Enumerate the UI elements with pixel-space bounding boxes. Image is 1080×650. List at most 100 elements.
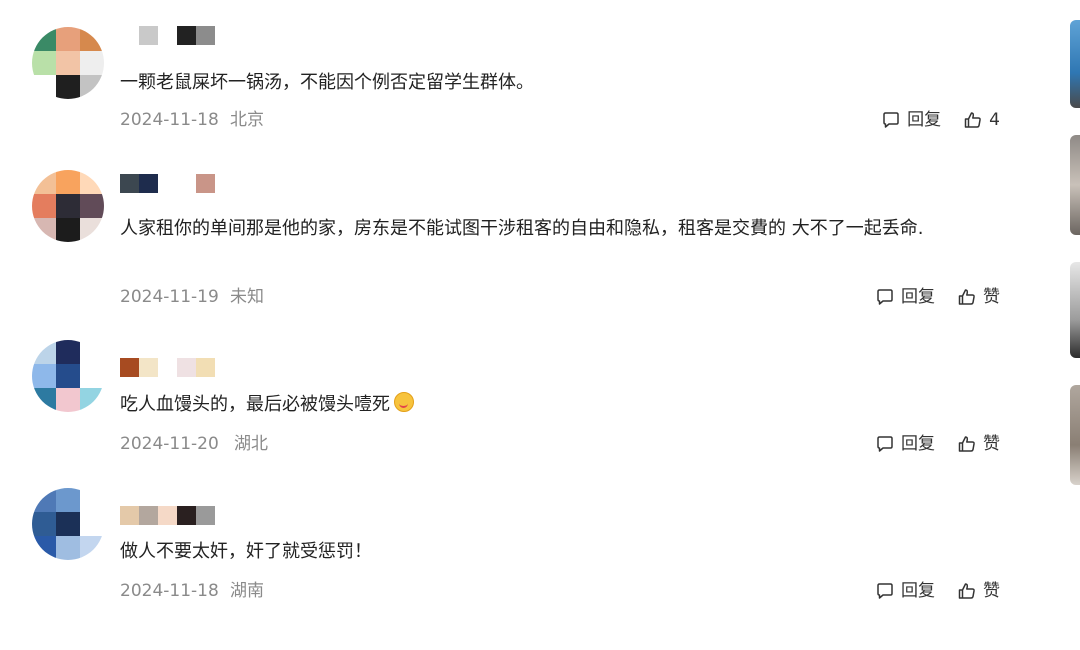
- avatar-mosaic-tile: [56, 340, 80, 364]
- username-mosaic-tile: [139, 506, 158, 525]
- comment-date: 2024-11-19: [120, 287, 219, 307]
- avatar-mosaic-tile: [32, 218, 56, 242]
- avatar-mosaic-tile: [32, 75, 56, 99]
- avatar-mosaic-tile: [32, 170, 56, 194]
- username-mosaic-tile: [139, 358, 158, 377]
- username-mosaic-tile: [139, 174, 158, 193]
- avatar-mosaic-tile: [56, 170, 80, 194]
- avatar-mosaic-tile: [32, 27, 56, 51]
- username-mosaic-tile: [120, 26, 139, 45]
- comment-location: 北京: [230, 110, 264, 130]
- avatar-mosaic-tile: [32, 194, 56, 218]
- reply-button[interactable]: 回复: [875, 432, 935, 456]
- comment-text: 人家租你的单间那是他的家，房东是不能试图干涉租客的自由和隐私，租客是交費的 大不…: [120, 218, 924, 239]
- avatar-mosaic-tile: [32, 388, 56, 412]
- thumbs-up-icon: [958, 583, 975, 599]
- avatar-mosaic-tile: [56, 388, 80, 412]
- comment-actions: 回复 4: [859, 108, 1000, 132]
- comment-actions: 回复 赞: [853, 432, 1000, 456]
- thumbnail-image[interactable]: [1070, 20, 1080, 108]
- comment-icon: [883, 112, 899, 128]
- avatar-mosaic-tile: [56, 194, 80, 218]
- comment-date: 2024-11-18: [120, 581, 219, 601]
- thumbnail-image[interactable]: [1070, 385, 1080, 485]
- reply-button[interactable]: 回复: [881, 108, 941, 132]
- related-thumbnails: [1070, 0, 1080, 650]
- comment-text-content: 吃人血馒头的，最后必被馒头噎死: [120, 394, 390, 415]
- username-mosaic-tile: [158, 358, 177, 377]
- comment-actions: 回复 赞: [853, 285, 1000, 309]
- avatar-mosaic-tile: [56, 27, 80, 51]
- avatar-mosaic-tile: [80, 512, 104, 536]
- username-mosaic-tile: [196, 26, 215, 45]
- like-count: 4: [989, 110, 1000, 130]
- like-label: 赞: [983, 287, 1000, 307]
- comment-text: 一颗老鼠屎坏一锅汤，不能因个例否定留学生群体。: [120, 72, 534, 93]
- avatar-mosaic-tile: [80, 388, 104, 412]
- comment-location: 未知: [230, 287, 264, 307]
- comment-icon: [877, 436, 893, 452]
- avatar[interactable]: [32, 170, 104, 242]
- comment-meta: 2024-11-20 湖北 回复 赞: [120, 432, 1000, 456]
- like-button[interactable]: 赞: [957, 432, 1000, 456]
- username-mosaic-tile: [196, 506, 215, 525]
- avatar-mosaic-tile: [32, 51, 56, 75]
- username-mosaic-tile: [120, 506, 139, 525]
- comment-icon: [877, 583, 893, 599]
- thumbs-up-icon: [964, 112, 981, 128]
- thumbs-up-icon: [958, 436, 975, 452]
- username-mosaic-tile: [158, 26, 177, 45]
- comment-icon: [877, 289, 893, 305]
- avatar-mosaic-tile: [80, 170, 104, 194]
- reply-label: 回复: [901, 581, 935, 601]
- smiling-face-emoji-icon: [394, 392, 414, 412]
- avatar-mosaic-tile: [56, 512, 80, 536]
- username-mosaic-tile: [177, 358, 196, 377]
- username-mosaic-tile: [177, 26, 196, 45]
- avatar-mosaic-tile: [80, 340, 104, 364]
- reply-button[interactable]: 回复: [875, 285, 935, 309]
- reply-label: 回复: [901, 287, 935, 307]
- avatar-mosaic-tile: [32, 512, 56, 536]
- comment-meta: 2024-11-18 湖南 回复 赞: [120, 579, 1000, 603]
- thumbnail-image[interactable]: [1070, 262, 1080, 358]
- comment-actions: 回复 赞: [853, 579, 1000, 603]
- like-label: 赞: [983, 581, 1000, 601]
- comment-text: 吃人血馒头的，最后必被馒头噎死: [120, 390, 1015, 419]
- reply-button[interactable]: 回复: [875, 579, 935, 603]
- avatar-mosaic-tile: [80, 488, 104, 512]
- avatar-mosaic-tile: [32, 488, 56, 512]
- username-mosaic-tile: [196, 174, 215, 193]
- username-mosaic-tile: [158, 174, 177, 193]
- username-mosaic-tile: [120, 358, 139, 377]
- avatar-mosaic-tile: [80, 51, 104, 75]
- avatar[interactable]: [32, 27, 104, 99]
- avatar-mosaic-tile: [80, 364, 104, 388]
- avatar-mosaic-tile: [32, 536, 56, 560]
- avatar-mosaic-tile: [80, 218, 104, 242]
- username-mosaic-tile: [120, 174, 139, 193]
- avatar-mosaic-tile: [56, 488, 80, 512]
- avatar-mosaic-tile: [56, 218, 80, 242]
- avatar-mosaic-tile: [80, 75, 104, 99]
- like-button[interactable]: 赞: [957, 579, 1000, 603]
- avatar-mosaic-tile: [80, 536, 104, 560]
- username-mosaic-tile: [196, 358, 215, 377]
- avatar-mosaic-tile: [56, 364, 80, 388]
- like-button[interactable]: 4: [963, 108, 1000, 132]
- avatar-mosaic-tile: [32, 364, 56, 388]
- reply-label: 回复: [901, 434, 935, 454]
- thumbs-up-icon: [958, 289, 975, 305]
- comment-location: 湖南: [230, 581, 264, 601]
- comment-date: 2024-11-18: [120, 110, 219, 130]
- comment-list: 一颗老鼠屎坏一锅汤，不能因个例否定留学生群体。 2024-11-18 北京 回复…: [0, 0, 1040, 650]
- like-button[interactable]: 赞: [957, 285, 1000, 309]
- avatar[interactable]: [32, 340, 104, 412]
- avatar[interactable]: [32, 488, 104, 560]
- avatar-mosaic-tile: [80, 27, 104, 51]
- comment-text: 做人不要太奸，奸了就受惩罚！: [120, 541, 372, 562]
- username-mosaic-tile: [158, 506, 177, 525]
- username-mosaic-tile: [139, 26, 158, 45]
- reply-label: 回复: [907, 110, 942, 130]
- thumbnail-image[interactable]: [1070, 135, 1080, 235]
